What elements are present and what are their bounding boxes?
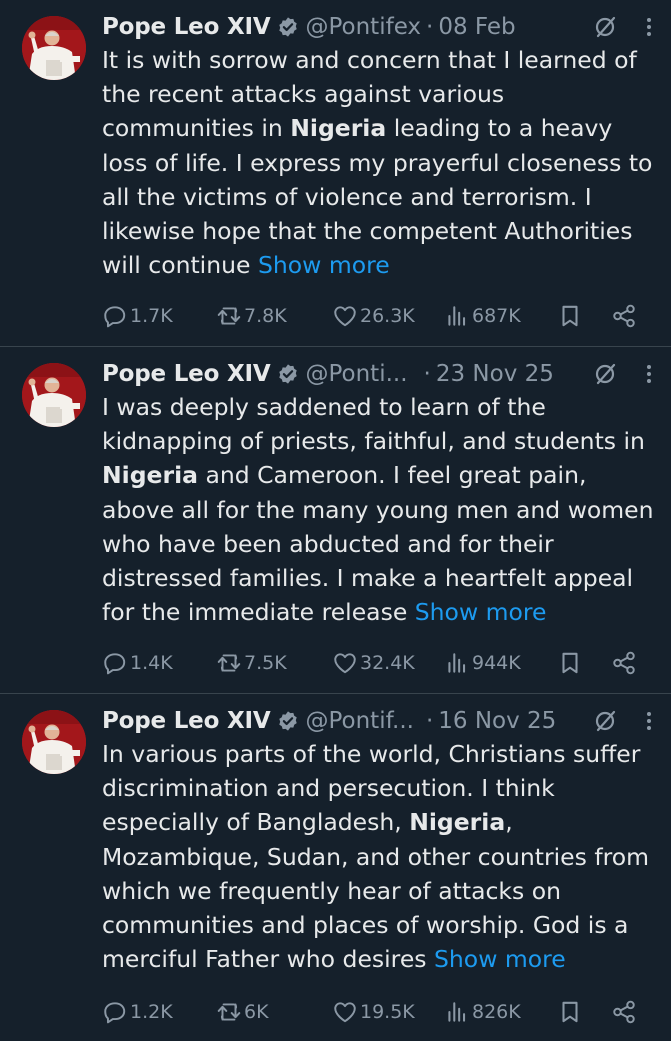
handle[interactable]: @Pontifex (305, 14, 421, 40)
tweet[interactable]: Pope Leo XIV @Pontif... · 16 Nov 25 In v… (0, 694, 671, 1041)
like-count: 32.4K (360, 652, 415, 674)
heart-icon (334, 653, 356, 674)
bookmark-button[interactable] (557, 296, 583, 336)
views-button[interactable]: 826K (444, 992, 521, 1032)
reply-count: 1.4K (130, 652, 173, 674)
grok-icon[interactable] (593, 362, 617, 386)
retweet-count: 7.8K (244, 305, 287, 327)
tweet-text-part: In various parts of the world, Christian… (102, 740, 641, 837)
like-count: 19.5K (360, 1001, 415, 1023)
share-button[interactable] (611, 296, 637, 336)
tweet-actions: 1.2K 6K 19.5K 826K (102, 992, 642, 1032)
grok-icon[interactable] (593, 709, 617, 733)
avatar[interactable] (22, 710, 86, 774)
timestamp[interactable]: 16 Nov 25 (438, 708, 556, 734)
share-button[interactable] (611, 992, 637, 1032)
bookmark-button[interactable] (557, 643, 583, 683)
views-chart-icon (448, 1002, 466, 1022)
show-more-link[interactable]: Show more (258, 251, 390, 279)
retweet-count: 7.5K (244, 652, 287, 674)
like-count: 26.3K (360, 305, 415, 327)
avatar[interactable] (22, 363, 86, 427)
views-count: 687K (472, 305, 521, 327)
tweet-actions: 1.7K 7.8K 26.3K 687K (102, 296, 642, 336)
retweet-count: 6K (244, 1001, 269, 1023)
more-options-icon[interactable] (645, 362, 653, 386)
bookmark-icon (562, 1001, 578, 1023)
bookmark-button[interactable] (557, 992, 583, 1032)
tweet[interactable]: Pope Leo XIV @Pontifex · 08 Feb It is wi… (0, 0, 671, 347)
more-options-icon[interactable] (645, 709, 653, 733)
views-button[interactable]: 687K (444, 296, 521, 336)
views-chart-icon (448, 653, 466, 673)
tweet-header: Pope Leo XIV @Pontifex · 08 Feb (102, 9, 653, 45)
tweet-text: I was deeply saddened to learn of the ki… (102, 390, 658, 629)
more-options-icon[interactable] (645, 15, 653, 39)
reply-button[interactable]: 1.7K (102, 296, 173, 336)
handle[interactable]: @Ponti... (305, 361, 407, 387)
tweet-text-bold: Nigeria (290, 114, 387, 143)
timestamp[interactable]: 23 Nov 25 (436, 361, 554, 387)
tweet-text: It is with sorrow and concern that I lea… (102, 43, 658, 282)
separator-dot: · (426, 14, 434, 40)
like-button[interactable]: 32.4K (332, 643, 415, 683)
tweet-text-part: I was deeply saddened to learn of the ki… (102, 393, 645, 456)
tweet-text-bold: Nigeria (102, 461, 198, 490)
verified-badge-icon[interactable] (277, 363, 299, 385)
handle[interactable]: @Pontif... (305, 708, 413, 734)
retweet-icon (217, 1003, 241, 1021)
reply-count: 1.2K (130, 1001, 173, 1023)
avatar-image (22, 363, 86, 427)
reply-icon (104, 1002, 126, 1024)
bookmark-icon (562, 305, 578, 327)
avatar-image (22, 710, 86, 774)
like-button[interactable]: 26.3K (332, 296, 415, 336)
tweet-actions: 1.4K 7.5K 32.4K 944K (102, 643, 642, 683)
retweet-icon (217, 307, 241, 325)
tweet-text-bold: Nigeria (409, 808, 506, 837)
display-name[interactable]: Pope Leo XIV (102, 14, 271, 40)
timestamp[interactable]: 08 Feb (438, 14, 515, 40)
views-chart-icon (448, 306, 466, 326)
heart-icon (334, 1002, 356, 1023)
timeline-feed: Pope Leo XIV @Pontifex · 08 Feb It is wi… (0, 0, 671, 1041)
share-icon (613, 1000, 635, 1024)
separator-dot: · (425, 708, 434, 734)
like-button[interactable]: 19.5K (332, 992, 415, 1032)
share-button[interactable] (611, 643, 637, 683)
reply-button[interactable]: 1.4K (102, 643, 173, 683)
retweet-button[interactable]: 6K (216, 992, 269, 1032)
retweet-icon (217, 654, 241, 672)
views-button[interactable]: 944K (444, 643, 521, 683)
reply-button[interactable]: 1.2K (102, 992, 173, 1032)
display-name[interactable]: Pope Leo XIV (102, 708, 271, 734)
retweet-button[interactable]: 7.8K (216, 296, 287, 336)
tweet-text: In various parts of the world, Christian… (102, 737, 658, 976)
display-name[interactable]: Pope Leo XIV (102, 361, 271, 387)
share-icon (613, 304, 635, 328)
tweet-header: Pope Leo XIV @Pontif... · 16 Nov 25 (102, 703, 653, 739)
avatar[interactable] (22, 16, 86, 80)
reply-icon (104, 306, 126, 328)
tweet[interactable]: Pope Leo XIV @Ponti... · 23 Nov 25 I was… (0, 347, 671, 694)
show-more-link[interactable]: Show more (415, 598, 547, 626)
show-more-link[interactable]: Show more (434, 945, 566, 973)
views-count: 944K (472, 652, 521, 674)
reply-icon (104, 653, 126, 675)
grok-icon[interactable] (593, 15, 617, 39)
share-icon (613, 651, 635, 675)
heart-icon (334, 306, 356, 327)
reply-count: 1.7K (130, 305, 173, 327)
bookmark-icon (562, 652, 578, 674)
views-count: 826K (472, 1001, 521, 1023)
avatar-image (22, 16, 86, 80)
separator-dot: · (423, 361, 431, 387)
retweet-button[interactable]: 7.5K (216, 643, 287, 683)
verified-badge-icon[interactable] (277, 16, 299, 38)
verified-badge-icon[interactable] (277, 710, 299, 732)
tweet-header: Pope Leo XIV @Ponti... · 23 Nov 25 (102, 356, 653, 392)
